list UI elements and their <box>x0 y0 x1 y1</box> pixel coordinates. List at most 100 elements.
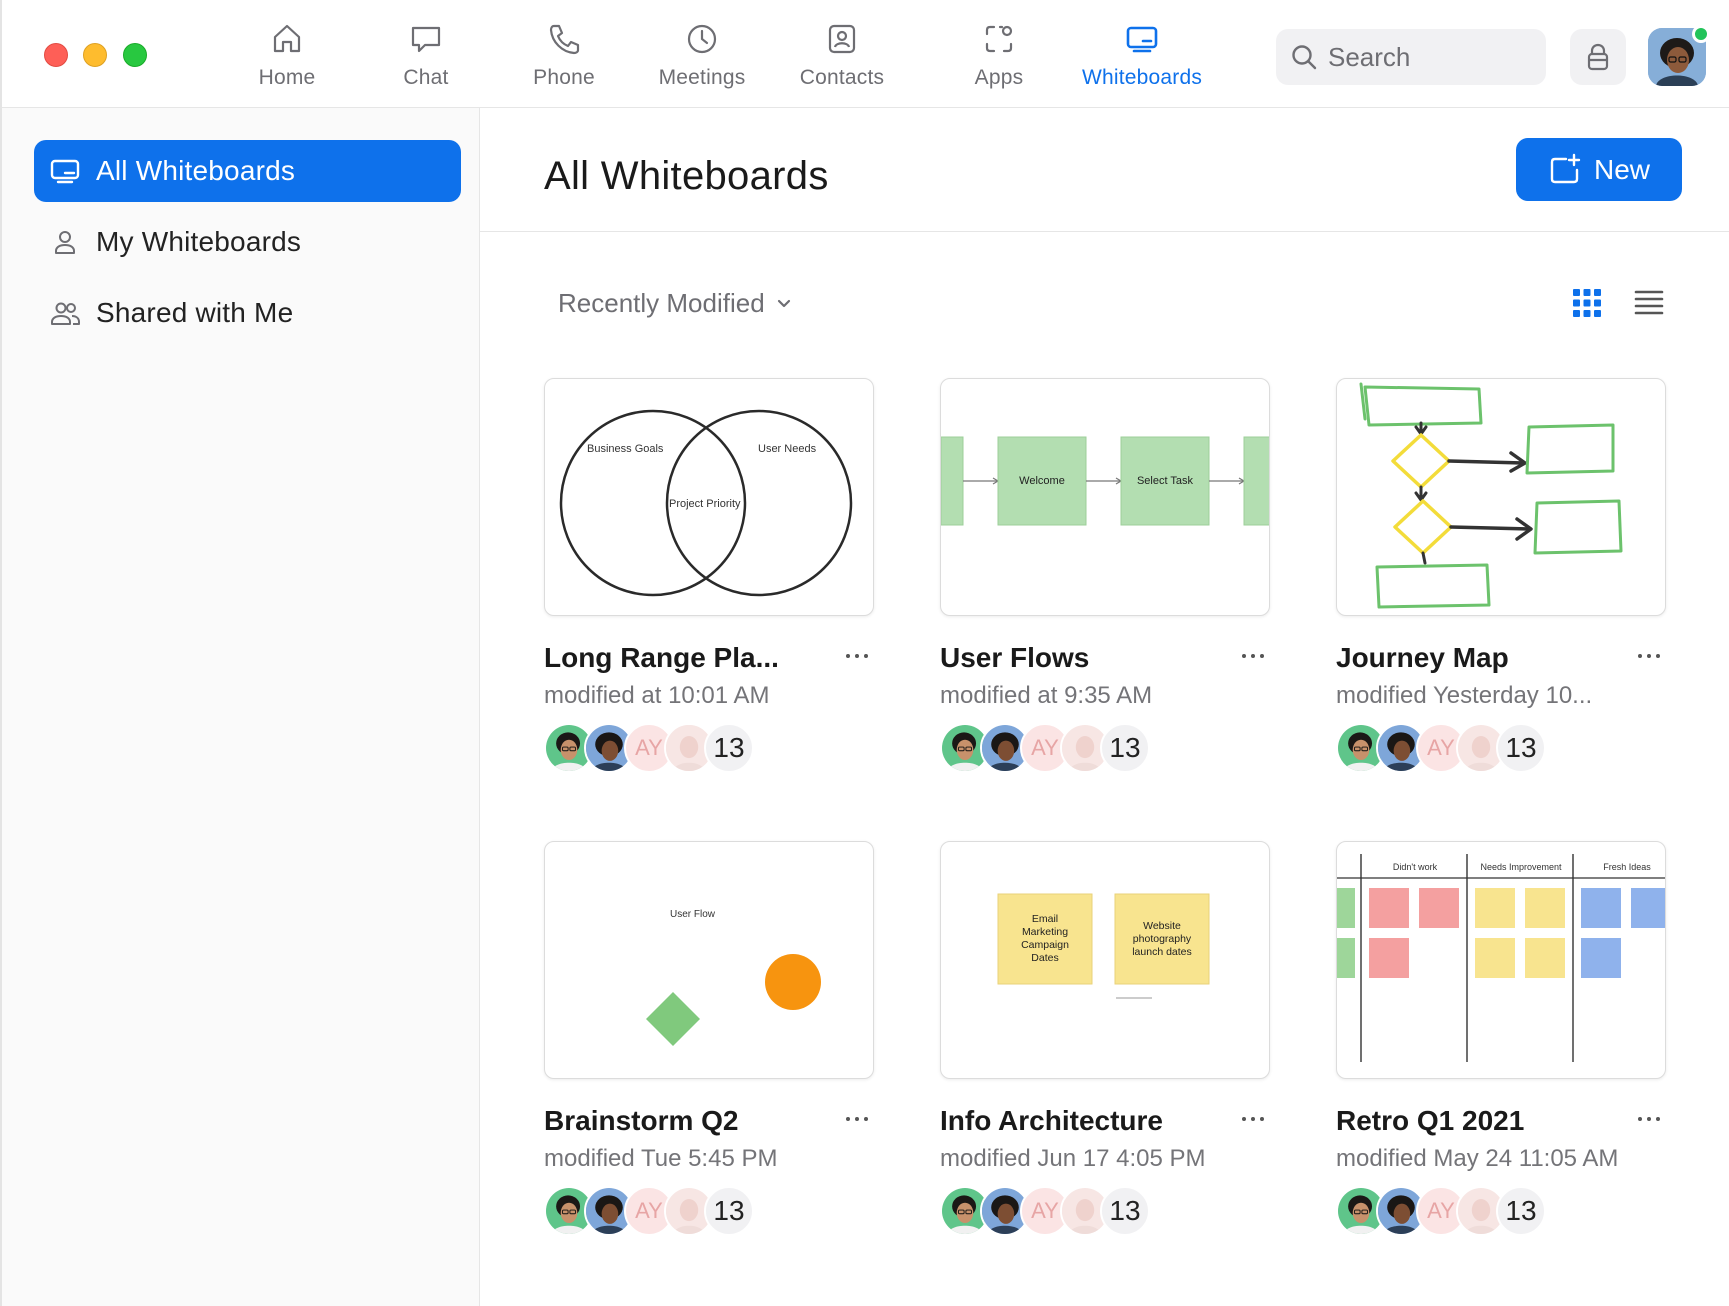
minimize-window-button[interactable] <box>83 43 107 67</box>
venn-diagram-preview: Business Goals User Needs Project Priori… <box>559 409 853 597</box>
svg-text:photography: photography <box>1133 933 1192 945</box>
svg-text:Fresh Ideas: Fresh Ideas <box>1603 862 1651 872</box>
lock-icon <box>1587 43 1609 71</box>
whiteboard-icon <box>50 159 80 184</box>
card-title[interactable]: Brainstorm Q2 <box>544 1105 739 1137</box>
close-window-button[interactable] <box>44 43 68 67</box>
nav-apps-label: Apps <box>974 66 1024 89</box>
clock-icon <box>687 24 717 54</box>
card-modified-time: modified May 24 11:05 AM <box>1336 1145 1619 1172</box>
apps-icon <box>985 25 1013 53</box>
nav-meetings-label: Meetings <box>658 66 746 89</box>
people-icon <box>51 302 80 325</box>
more-options-icon[interactable] <box>1634 644 1664 668</box>
svg-text:Select Task: Select Task <box>1137 475 1194 487</box>
journey-map-preview <box>1359 382 1623 609</box>
nav-meetings[interactable]: Meetings <box>637 20 767 100</box>
svg-text:Email: Email <box>1032 913 1058 925</box>
retro-board-preview: Didn't work Needs Improvement Fresh Idea… <box>1337 854 1665 1062</box>
phone-icon <box>549 24 580 55</box>
collaborator-count: 13 <box>704 1186 754 1236</box>
card-title[interactable]: User Flows <box>940 642 1089 674</box>
collaborator-count: 13 <box>704 723 754 773</box>
svg-text:Marketing: Marketing <box>1022 926 1068 938</box>
whiteboard-thumbnail[interactable]: Didn't work Needs Improvement Fresh Idea… <box>1336 841 1666 1079</box>
card-modified-time: modified Yesterday 10... <box>1336 682 1593 709</box>
nav-contacts-label: Contacts <box>799 66 885 89</box>
nav-phone[interactable]: Phone <box>499 20 629 100</box>
maximize-window-button[interactable] <box>123 43 147 67</box>
collaborator-count: 13 <box>1496 1186 1546 1236</box>
svg-text:Project Priority: Project Priority <box>669 498 741 510</box>
card-title[interactable]: Long Range Pla... <box>544 642 779 674</box>
sort-label: Recently Modified <box>558 288 765 318</box>
nav-home-label: Home <box>258 66 316 89</box>
svg-text:Welcome: Welcome <box>1019 475 1065 487</box>
new-button-label: New <box>1593 153 1650 185</box>
brainstorm-preview: User Flow <box>646 909 821 1046</box>
list-view-icon[interactable] <box>1632 286 1666 320</box>
sidebar-item-label: My Whiteboards <box>96 226 302 257</box>
card-title[interactable]: Retro Q1 2021 <box>1336 1105 1524 1137</box>
sort-dropdown[interactable]: Recently Modified <box>558 288 793 319</box>
new-whiteboard-button[interactable]: New <box>1516 138 1682 201</box>
app-window: Home Chat Phone Meetings Contacts Apps W… <box>0 0 1729 1306</box>
svg-text:Business Goals: Business Goals <box>587 443 664 455</box>
new-whiteboard-icon <box>1550 153 1581 183</box>
whiteboard-thumbnail[interactable]: User Flow <box>544 841 874 1079</box>
more-options-icon[interactable] <box>1634 1107 1664 1131</box>
more-options-icon[interactable] <box>842 1107 872 1131</box>
whiteboard-icon <box>1126 26 1158 53</box>
more-options-icon[interactable] <box>1238 1107 1268 1131</box>
nav-whiteboards[interactable]: Whiteboards <box>1077 20 1207 100</box>
svg-text:Dates: Dates <box>1031 952 1058 964</box>
home-icon <box>273 24 301 53</box>
sidebar-item-all-whiteboards[interactable]: All Whiteboards <box>34 140 461 202</box>
chat-icon <box>411 26 441 53</box>
svg-text:Didn't work: Didn't work <box>1393 862 1438 872</box>
search-input[interactable] <box>1328 41 1528 73</box>
grid-view-icon[interactable] <box>1570 286 1604 320</box>
sidebar-item-label: Shared with Me <box>96 297 294 328</box>
nav-apps[interactable]: Apps <box>934 20 1064 100</box>
card-title[interactable]: Info Architecture <box>940 1105 1163 1137</box>
sidebar-item-shared-with-me[interactable]: Shared with Me <box>34 282 461 344</box>
whiteboard-thumbnail[interactable]: Email Marketing Campaign Dates Website p… <box>940 841 1270 1079</box>
lock-button[interactable] <box>1570 29 1626 85</box>
nav-home[interactable]: Home <box>222 20 352 100</box>
nav-chat-label: Chat <box>403 66 449 89</box>
svg-text:User Needs: User Needs <box>758 443 817 455</box>
card-modified-time: modified Tue 5:45 PM <box>544 1145 778 1172</box>
svg-text:Campaign: Campaign <box>1021 939 1069 951</box>
collaborator-count: 13 <box>1496 723 1546 773</box>
card-modified-time: modified at 9:35 AM <box>940 682 1153 709</box>
main-header: All Whiteboards New <box>480 108 1729 232</box>
user-flow-preview: Welcome Select Task <box>941 436 1269 526</box>
svg-text:Website: Website <box>1143 920 1181 932</box>
search-icon <box>1292 45 1317 70</box>
whiteboard-thumbnail[interactable] <box>1336 378 1666 616</box>
svg-text:Needs Improvement: Needs Improvement <box>1480 862 1562 872</box>
page-title: All Whiteboards <box>544 154 829 198</box>
nav-chat[interactable]: Chat <box>361 20 491 100</box>
online-status-indicator <box>1692 25 1710 43</box>
svg-text:User Flow: User Flow <box>670 909 716 920</box>
more-options-icon[interactable] <box>1238 644 1268 668</box>
sidebar: All Whiteboards My Whiteboards Shared wi… <box>2 108 480 1306</box>
whiteboard-thumbnail[interactable]: Business Goals User Needs Project Priori… <box>544 378 874 616</box>
collaborator-count: 13 <box>1100 723 1150 773</box>
collaborator-count: 13 <box>1100 1186 1150 1236</box>
more-options-icon[interactable] <box>842 644 872 668</box>
search-box[interactable] <box>1276 29 1546 85</box>
card-title[interactable]: Journey Map <box>1336 642 1509 674</box>
card-modified-time: modified Jun 17 4:05 PM <box>940 1145 1206 1172</box>
card-modified-time: modified at 10:01 AM <box>544 682 770 709</box>
nav-contacts[interactable]: Contacts <box>777 20 907 100</box>
contacts-icon <box>828 24 856 54</box>
sidebar-item-my-whiteboards[interactable]: My Whiteboards <box>34 211 461 273</box>
person-icon <box>55 231 75 254</box>
chevron-down-icon <box>777 299 790 307</box>
nav-phone-label: Phone <box>533 66 595 89</box>
top-bar: Home Chat Phone Meetings Contacts Apps W… <box>2 0 1729 108</box>
whiteboard-thumbnail[interactable]: Welcome Select Task <box>940 378 1270 616</box>
